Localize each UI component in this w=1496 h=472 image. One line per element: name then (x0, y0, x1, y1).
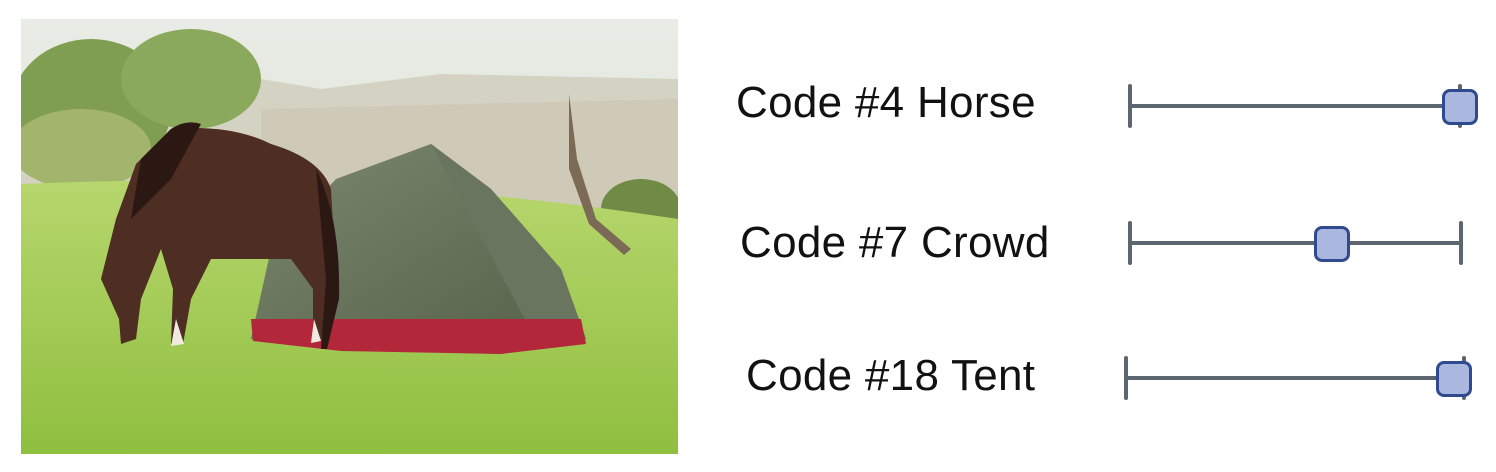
scene-photo (21, 19, 678, 454)
code-label: Code #18 Tent (746, 351, 1036, 400)
slider-track (1126, 376, 1464, 380)
slider-thumb[interactable] (1442, 89, 1478, 125)
slider-track (1130, 241, 1461, 245)
code-label: Code #7 Crowd (740, 218, 1050, 267)
slider-min-tick (1124, 356, 1128, 400)
slider-thumb[interactable] (1313, 226, 1350, 262)
slider-min-tick (1128, 84, 1132, 128)
slider-min-tick (1128, 221, 1132, 265)
code-slider[interactable] (1128, 76, 1478, 136)
code-slider[interactable] (1128, 213, 1463, 273)
code-slider[interactable] (1124, 348, 1472, 408)
photo-illustration (21, 19, 678, 454)
slider-thumb[interactable] (1435, 361, 1472, 397)
code-label: Code #4 Horse (736, 78, 1036, 127)
slider-max-tick (1459, 221, 1463, 265)
slider-track (1130, 104, 1460, 108)
